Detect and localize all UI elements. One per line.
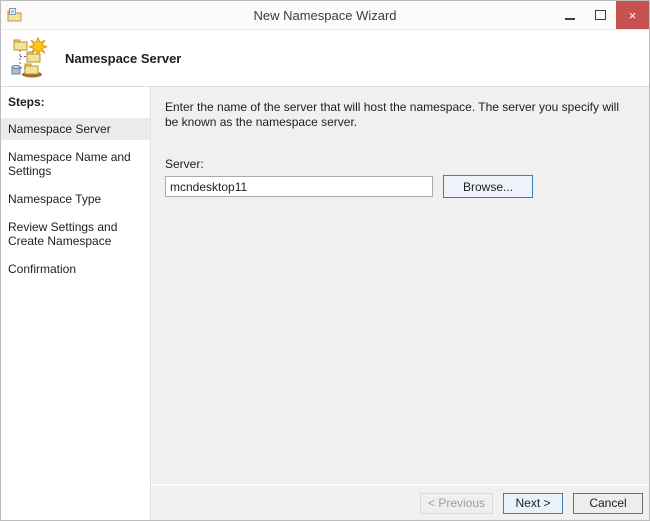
sidebar-item-namespace-name-and-settings[interactable]: Namespace Name and Settings xyxy=(1,146,150,182)
window-folder-icon xyxy=(7,7,23,23)
steps-heading: Steps: xyxy=(8,95,45,109)
content-main: Enter the name of the server that will h… xyxy=(151,87,649,484)
wizard-footer: < Previous Next > Cancel xyxy=(151,484,649,520)
maximize-button[interactable] xyxy=(585,1,616,29)
window-title: New Namespace Wizard xyxy=(253,7,397,23)
next-button[interactable]: Next > xyxy=(503,492,563,514)
instruction-text: Enter the name of the server that will h… xyxy=(165,100,619,129)
new-namespace-wizard-icon xyxy=(9,37,51,79)
window-controls: × xyxy=(554,1,649,29)
server-field-row: Browse... xyxy=(165,175,633,198)
browse-button[interactable]: Browse... xyxy=(443,175,533,198)
previous-button[interactable]: < Previous xyxy=(420,492,493,514)
sidebar-item-namespace-type[interactable]: Namespace Type xyxy=(1,188,150,210)
new-namespace-wizard-window: New Namespace Wizard × Namespace Server … xyxy=(0,0,650,521)
minimize-icon xyxy=(564,17,575,20)
sidebar-item-review-settings-and-create-namespace[interactable]: Review Settings and Create Namespace xyxy=(1,216,150,252)
sidebar-item-confirmation[interactable]: Confirmation xyxy=(1,258,150,280)
page-title: Namespace Server xyxy=(65,50,182,66)
close-button[interactable]: × xyxy=(616,1,649,29)
title-bar: New Namespace Wizard × xyxy=(1,1,649,30)
steps-sidebar: Steps: Namespace Server Namespace Name a… xyxy=(1,87,151,520)
server-input[interactable] xyxy=(165,176,433,197)
wizard-body: Steps: Namespace Server Namespace Name a… xyxy=(1,87,649,520)
server-field-label: Server: xyxy=(165,157,204,171)
minimize-button[interactable] xyxy=(554,1,585,29)
sidebar-item-namespace-server[interactable]: Namespace Server xyxy=(1,118,150,140)
content-panel: Enter the name of the server that will h… xyxy=(151,87,649,520)
cancel-button[interactable]: Cancel xyxy=(573,492,643,514)
wizard-header: Namespace Server xyxy=(1,30,649,87)
maximize-icon xyxy=(595,10,606,20)
